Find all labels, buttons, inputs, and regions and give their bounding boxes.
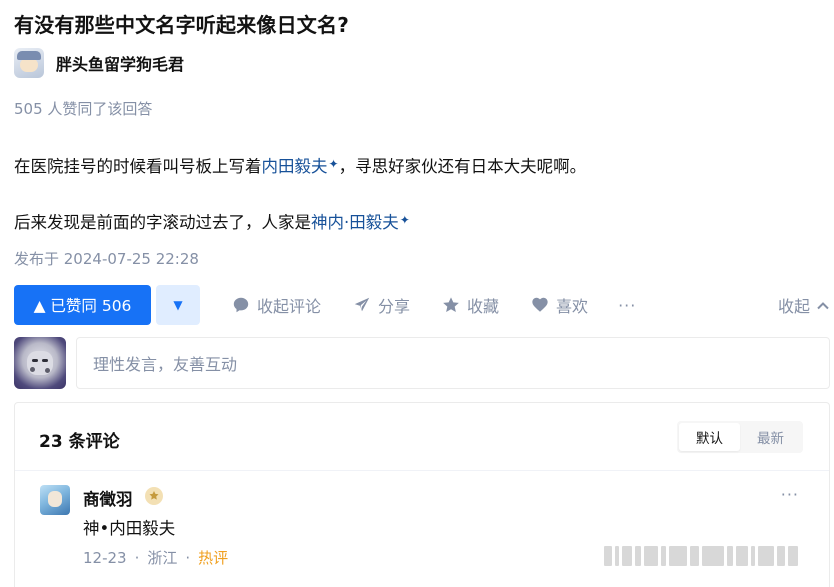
- star-icon: [442, 296, 460, 314]
- collapse-answer-button[interactable]: 收起: [778, 293, 830, 317]
- comment-date: 12-23: [83, 548, 127, 567]
- comment-sort-toggle: 默认 最新: [677, 421, 803, 453]
- meta-separator: ·: [185, 548, 191, 567]
- commenter-name[interactable]: 商徵羽: [83, 486, 133, 510]
- search-spark-icon: ✦: [399, 213, 410, 227]
- avatar-spot: [45, 368, 50, 373]
- collapse-comments-button[interactable]: 收起评论: [232, 293, 321, 317]
- upvote-count-note: 505 人赞同了该回答: [14, 100, 153, 118]
- publish-time[interactable]: 发布于 2024-07-25 22:28: [14, 248, 199, 269]
- upvote-button[interactable]: ▲ 已赞同 506: [14, 285, 151, 325]
- comment-icon: [232, 296, 250, 314]
- share-icon: [353, 296, 371, 314]
- badge-icon[interactable]: [145, 487, 163, 505]
- collapse-comments-label: 收起评论: [257, 297, 322, 316]
- sort-default-button[interactable]: 默认: [679, 423, 740, 451]
- author-avatar[interactable]: [14, 48, 44, 78]
- avatar-eye: [42, 359, 48, 362]
- paragraph-text: ，寻思好家伙还有日本大夫呢啊。: [338, 157, 587, 176]
- favorite-label: 收藏: [467, 297, 500, 316]
- search-link-neitian[interactable]: 内田毅夫: [262, 157, 328, 176]
- sort-latest-button[interactable]: 最新: [740, 423, 801, 451]
- author-info: 胖头鱼留学狗毛君: [14, 48, 184, 78]
- hot-comment-tag: 热评: [198, 549, 229, 567]
- more-options-button[interactable]: ···: [618, 296, 636, 315]
- comment-meta: 12-23 · 浙江 · 热评: [83, 547, 228, 568]
- comment-more-button[interactable]: ···: [781, 485, 799, 504]
- search-link-shennei[interactable]: 神内·田毅夫: [311, 213, 399, 232]
- comment-location: 浙江: [147, 549, 178, 567]
- answer-paragraph-1: 在医院挂号的时候看叫号板上写着内田毅夫✦，寻思好家伙还有日本大夫呢啊。: [14, 153, 586, 177]
- answer-paragraph-2: 后来发现是前面的字滚动过去了，人家是神内·田毅夫✦: [14, 209, 410, 233]
- collapse-label: 收起: [777, 297, 810, 316]
- share-button[interactable]: 分享: [353, 293, 410, 317]
- downvote-icon: ▼: [173, 298, 183, 312]
- author-name[interactable]: 胖头鱼留学狗毛君: [56, 51, 184, 75]
- heart-icon: [531, 296, 549, 314]
- watermark: [604, 543, 822, 569]
- favorite-button[interactable]: 收藏: [442, 293, 499, 317]
- comment-panel-header: 23 条评论 默认 最新: [15, 403, 829, 471]
- comment-input[interactable]: 理性发言，友善互动: [76, 337, 830, 389]
- chevron-up-icon: [816, 298, 830, 312]
- paragraph-text: 在医院挂号的时候看叫号板上写着: [14, 157, 262, 176]
- meta-separator: ·: [134, 548, 140, 567]
- comment-count: 23 条评论: [39, 432, 120, 452]
- search-spark-icon: ✦: [328, 157, 339, 171]
- avatar-spot: [30, 367, 35, 372]
- question-title[interactable]: 有没有那些中文名字听起来像日文名?: [14, 9, 349, 38]
- comment-text: 神•内田毅夫: [83, 519, 176, 538]
- upvote-label: ▲ 已赞同 506: [33, 297, 132, 315]
- current-user-avatar[interactable]: [14, 337, 66, 389]
- like-button[interactable]: 喜欢: [531, 293, 588, 317]
- share-label: 分享: [378, 297, 411, 316]
- like-label: 喜欢: [556, 297, 589, 316]
- action-bar: ▲ 已赞同 506 ▼ 收起评论 分享 收藏 喜欢 ··· 收起: [14, 285, 830, 325]
- commenter-avatar[interactable]: [40, 485, 70, 515]
- avatar-eye: [32, 359, 38, 362]
- downvote-button[interactable]: ▼: [156, 285, 200, 325]
- paragraph-text: 后来发现是前面的字滚动过去了，人家是: [14, 213, 311, 232]
